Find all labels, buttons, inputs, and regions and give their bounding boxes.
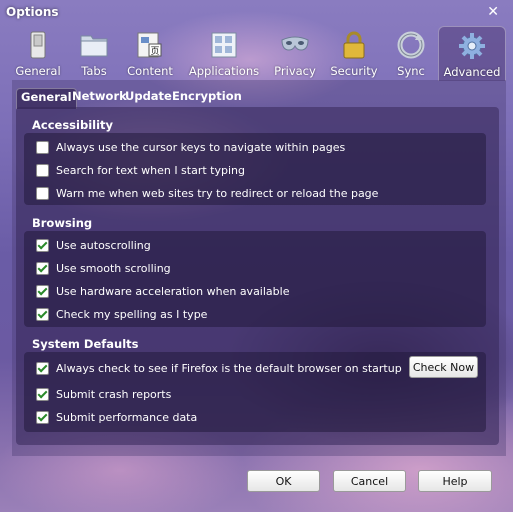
performance-data-option[interactable]: Submit performance data [36,409,197,425]
option-label: Use smooth scrolling [56,261,171,275]
warn-redirect-option[interactable]: Warn me when web sites try to redirect o… [36,185,378,201]
sync-icon [397,31,425,59]
folder-tabs-icon [80,35,108,57]
pane-tab-privacy[interactable]: Privacy [272,26,318,80]
pane-tab-label: Security [330,64,378,78]
window-title: Options [6,5,59,19]
hardware-acceleration-option[interactable]: Use hardware acceleration when available [36,283,289,299]
spell-check-checkbox[interactable] [36,307,49,321]
autoscrolling-option[interactable]: Use autoscrolling [36,237,151,253]
smooth-scrolling-option[interactable]: Use smooth scrolling [36,260,171,276]
crash-reports-option[interactable]: Submit crash reports [36,386,171,402]
pane-tab-label: Privacy [274,64,316,78]
browsing-heading: Browsing [32,216,93,230]
ok-button[interactable]: OK [247,470,320,492]
option-label: Submit crash reports [56,387,172,401]
option-label: Submit performance data [56,410,198,424]
search-typing-checkbox[interactable] [36,163,49,177]
cancel-button[interactable]: Cancel [333,470,406,492]
smooth-scrolling-checkbox[interactable] [36,261,49,275]
system-defaults-heading: System Defaults [32,337,139,351]
svg-text:页: 页 [150,46,159,57]
pane-tab-content[interactable]: 页 Content [122,26,178,80]
applications-grid-icon [211,32,237,58]
pane-tab-security[interactable]: Security [328,26,380,80]
pane-toolbar: General Tabs 页 Content Applications Priv… [6,26,506,81]
default-browser-option[interactable]: Always check to see if Firefox is the de… [36,360,402,376]
spell-check-option[interactable]: Check my spelling as I type [36,306,207,322]
search-typing-option[interactable]: Search for text when I start typing [36,162,245,178]
option-label: Always check to see if Firefox is the de… [56,361,402,375]
autoscrolling-checkbox[interactable] [36,238,49,252]
mask-icon [281,36,309,51]
check-now-button[interactable]: Check Now [409,356,478,378]
option-label: Search for text when I start typing [56,163,245,177]
option-label: Use hardware acceleration when available [56,284,290,298]
pane-tab-label: Content [127,64,173,78]
pane-tab-label: Tabs [81,64,107,78]
performance-data-checkbox[interactable] [36,410,49,424]
subtab-encryption[interactable]: Encryption [168,88,246,108]
gear-icon [459,33,485,59]
warn-redirect-checkbox[interactable] [36,186,49,200]
pane-tab-advanced[interactable]: Advanced [438,26,506,81]
title-bar: Options ✕ [0,0,513,26]
pane-tab-sync[interactable]: Sync [390,26,432,80]
pane-tab-tabs[interactable]: Tabs [72,26,116,80]
pane-tab-label: General [15,64,61,78]
content-page-icon: 页 [137,32,162,58]
close-icon[interactable]: ✕ [487,4,499,20]
option-label: Always use the cursor keys to navigate w… [56,140,346,154]
pane-tab-label: Sync [397,64,425,78]
default-browser-checkbox[interactable] [36,361,49,375]
cursor-keys-option[interactable]: Always use the cursor keys to navigate w… [36,139,345,155]
pane-tab-label: Advanced [443,65,501,79]
option-label: Check my spelling as I type [56,307,208,321]
option-label: Use autoscrolling [56,238,151,252]
help-button[interactable]: Help [418,470,492,492]
option-label: Warn me when web sites try to redirect o… [56,186,379,200]
padlock-icon [343,31,365,59]
pane-tab-general[interactable]: General [8,26,68,80]
pane-tab-applications[interactable]: Applications [184,26,264,80]
pane-tab-label: Applications [188,64,260,78]
switch-icon [30,31,46,59]
accessibility-heading: Accessibility [32,118,114,132]
hardware-acceleration-checkbox[interactable] [36,284,49,298]
crash-reports-checkbox[interactable] [36,387,49,401]
cursor-keys-checkbox[interactable] [36,140,49,154]
